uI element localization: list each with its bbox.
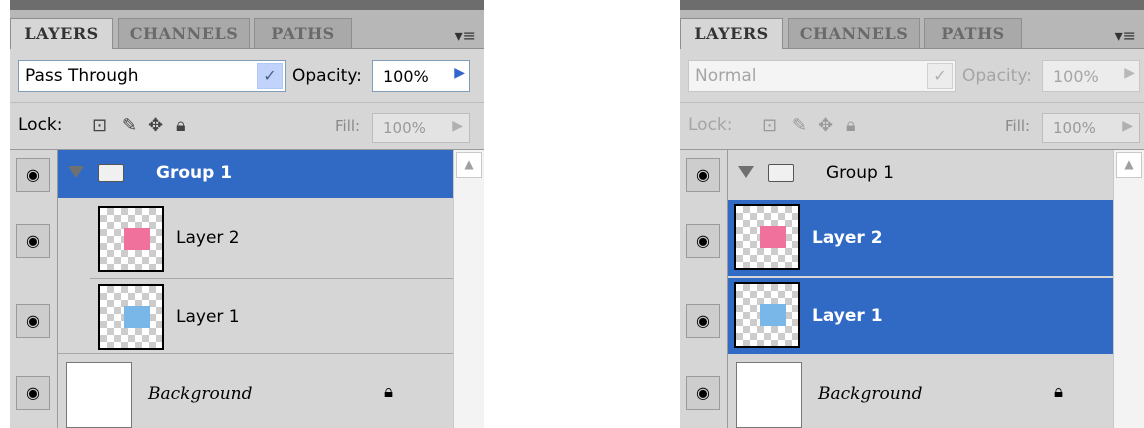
lock-image-brush-icon[interactable]: ✎ <box>792 115 807 136</box>
folder-icon <box>768 164 794 182</box>
lock-fill-row: Lock: ⊡ ✎ ✥ 🔒︎ Fill: 100% ▶ <box>10 102 484 150</box>
layer-row-background[interactable]: Background 🔒︎ <box>58 354 454 428</box>
layers-list: ◉ ◉ ◉ ◉ Group 1 Layer 2 Layer 1 Backgrou… <box>10 150 484 428</box>
layer-row-background[interactable]: Background 🔒︎ <box>728 356 1114 428</box>
layer-name: Layer 2 <box>812 228 883 248</box>
pink-swatch <box>124 228 150 250</box>
scroll-up-icon[interactable]: ▲ <box>456 152 482 178</box>
panel-menu-icon[interactable]: ▾≡ <box>1115 26 1136 45</box>
eye-icon[interactable]: ◉ <box>16 224 50 258</box>
expand-triangle-icon[interactable] <box>68 166 84 178</box>
opacity-slider-arrow-icon[interactable]: ▶ <box>454 65 465 81</box>
lock-transparency-icon[interactable]: ⊡ <box>762 115 777 136</box>
expand-triangle-icon[interactable] <box>738 166 754 178</box>
panel-tabs: LAYERS CHANNELS PATHS ▾≡ <box>680 10 1144 49</box>
opacity-field[interactable]: 100% ▶ <box>1042 60 1140 92</box>
layer-row-layer-1[interactable]: Layer 1 <box>58 279 454 353</box>
layer-name: Background <box>818 384 923 404</box>
opacity-value: 100% <box>383 67 429 86</box>
lock-all-icon[interactable]: 🔒︎ <box>176 115 186 136</box>
layer-name: Group 1 <box>156 163 233 183</box>
lock-image-brush-icon[interactable]: ✎ <box>122 115 137 136</box>
visibility-column: ◉ ◉ ◉ ◉ <box>10 150 58 428</box>
layer-thumbnail <box>98 206 164 272</box>
folder-icon <box>98 164 124 182</box>
blend-mode-value: Normal <box>695 66 757 86</box>
layer-thumbnail <box>66 362 132 428</box>
opacity-field[interactable]: 100% ▶ <box>372 60 470 92</box>
panel-title-bar[interactable] <box>10 0 484 10</box>
layers-scrollbar[interactable]: ▲ <box>1113 150 1144 428</box>
pink-swatch <box>760 226 786 248</box>
opacity-label: Opacity: <box>292 66 362 86</box>
chevron-down-icon[interactable]: ✓ <box>257 63 283 89</box>
fill-field[interactable]: 100% ▶ <box>1042 113 1140 143</box>
fill-slider-arrow-icon[interactable]: ▶ <box>452 118 463 134</box>
tab-layers[interactable]: LAYERS <box>10 18 113 49</box>
eye-icon[interactable]: ◉ <box>16 158 50 192</box>
fill-label: Fill: <box>1005 117 1031 135</box>
layer-row-group-1[interactable]: Group 1 <box>58 150 454 198</box>
eye-icon[interactable]: ◉ <box>686 158 720 192</box>
lock-position-move-icon[interactable]: ✥ <box>148 115 163 136</box>
layer-name: Layer 1 <box>812 306 883 326</box>
fill-field[interactable]: 100% ▶ <box>372 113 470 143</box>
layer-thumbnail <box>734 204 800 270</box>
scroll-up-icon[interactable]: ▲ <box>1116 152 1142 178</box>
layer-thumbnail <box>98 284 164 350</box>
blend-mode-value: Pass Through <box>25 66 139 86</box>
blue-swatch <box>760 304 786 326</box>
layer-name: Background <box>148 384 253 404</box>
layer-row-layer-1[interactable]: Layer 1 <box>728 278 1114 354</box>
fill-slider-arrow-icon[interactable]: ▶ <box>1122 118 1133 134</box>
fill-value: 100% <box>383 119 426 137</box>
panel-tabs: LAYERS CHANNELS PATHS ▾≡ <box>10 10 484 49</box>
layer-row-layer-2[interactable]: Layer 2 <box>58 198 454 278</box>
lock-transparency-icon[interactable]: ⊡ <box>92 115 107 136</box>
blue-swatch <box>124 306 150 328</box>
blend-opacity-row: Normal ✓ Opacity: 100% ▶ <box>680 50 1144 102</box>
panel-menu-icon[interactable]: ▾≡ <box>455 26 476 45</box>
lock-label: Lock: <box>688 115 733 135</box>
opacity-value: 100% <box>1053 67 1099 86</box>
layer-row-layer-2[interactable]: Layer 2 <box>728 200 1114 276</box>
layers-list: ◉ ◉ ◉ ◉ Group 1 Layer 2 Layer 1 Backgrou… <box>680 150 1144 428</box>
fill-value: 100% <box>1053 119 1096 137</box>
eye-icon[interactable]: ◉ <box>16 376 50 410</box>
layers-panel-left: LAYERS CHANNELS PATHS ▾≡ Pass Through ✓ … <box>10 0 484 428</box>
opacity-slider-arrow-icon[interactable]: ▶ <box>1124 65 1135 81</box>
tab-paths[interactable]: PATHS <box>254 18 352 48</box>
lock-position-move-icon[interactable]: ✥ <box>818 115 833 136</box>
tab-channels[interactable]: CHANNELS <box>788 18 920 48</box>
panel-title-bar[interactable] <box>680 0 1144 10</box>
eye-icon[interactable]: ◉ <box>16 304 50 338</box>
lock-icon: 🔒︎ <box>384 382 394 402</box>
eye-icon[interactable]: ◉ <box>686 224 720 258</box>
layers-scrollbar[interactable]: ▲ <box>453 150 484 428</box>
layer-thumbnail <box>734 282 800 348</box>
chevron-down-icon[interactable]: ✓ <box>927 63 953 89</box>
lock-fill-row: Lock: ⊡ ✎ ✥ 🔒︎ Fill: 100% ▶ <box>680 102 1144 150</box>
layer-name: Group 1 <box>826 163 894 183</box>
blend-mode-select[interactable]: Normal ✓ <box>688 60 956 92</box>
layer-row-group-1[interactable]: Group 1 <box>728 150 1114 198</box>
lock-label: Lock: <box>18 115 63 135</box>
tab-layers[interactable]: LAYERS <box>680 18 783 49</box>
layer-name: Layer 1 <box>176 307 240 327</box>
layer-name: Layer 2 <box>176 228 240 248</box>
tab-paths[interactable]: PATHS <box>924 18 1022 48</box>
tab-channels[interactable]: CHANNELS <box>118 18 250 48</box>
layers-panel-right: LAYERS CHANNELS PATHS ▾≡ Normal ✓ Opacit… <box>680 0 1144 428</box>
opacity-label: Opacity: <box>962 66 1032 86</box>
lock-all-icon[interactable]: 🔒︎ <box>846 115 856 136</box>
eye-icon[interactable]: ◉ <box>686 304 720 338</box>
blend-mode-select[interactable]: Pass Through ✓ <box>18 60 286 92</box>
eye-icon[interactable]: ◉ <box>686 376 720 410</box>
lock-icon: 🔒︎ <box>1054 382 1064 402</box>
layer-thumbnail <box>736 362 802 428</box>
visibility-column: ◉ ◉ ◉ ◉ <box>680 150 728 428</box>
blend-opacity-row: Pass Through ✓ Opacity: 100% ▶ <box>10 50 484 102</box>
fill-label: Fill: <box>335 117 361 135</box>
